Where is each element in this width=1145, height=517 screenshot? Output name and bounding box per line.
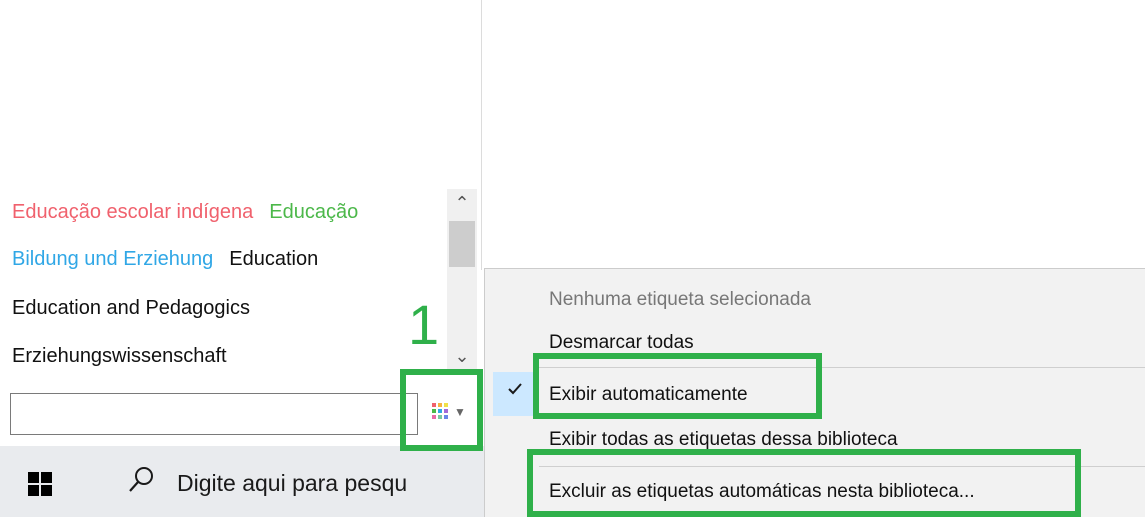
tag-row: Bildung und Erziehung Education (12, 248, 334, 271)
pane-divider (481, 0, 482, 270)
windows-start-icon[interactable] (28, 472, 52, 496)
scroll-thumb[interactable] (449, 221, 475, 267)
annotation-step-number: 1 (408, 293, 440, 356)
tag-cloud: Educação escolar indígena Educação Bildun… (0, 185, 447, 385)
checkmark-icon (508, 383, 522, 395)
annotation-highlight-box (400, 369, 483, 451)
tag-item[interactable]: Education (229, 248, 318, 270)
tag-row: Erziehungswissenschaft (12, 345, 243, 368)
scroll-up-arrow-icon[interactable]: ⌃ (447, 189, 477, 217)
tag-cloud-scrollbar[interactable]: ⌃ ⌄ (447, 189, 477, 369)
tag-item[interactable]: Educação (269, 201, 358, 223)
search-icon (129, 467, 153, 492)
tag-filter-input[interactable] (10, 393, 418, 435)
tag-item[interactable]: Erziehungswissenschaft (12, 345, 227, 367)
tag-item[interactable]: Educação escolar indígena (12, 201, 253, 223)
checkmark-highlight (493, 372, 533, 416)
tag-row: Education and Pedagogics (12, 297, 266, 320)
menu-item-deselect-all[interactable]: Desmarcar todas (549, 332, 694, 354)
scroll-down-arrow-icon[interactable]: ⌄ (447, 343, 477, 369)
tag-row: Educação escolar indígena Educação (12, 201, 374, 224)
menu-item-show-all-in-library[interactable]: Exibir todas as etiquetas dessa bibliote… (549, 429, 898, 451)
tag-item[interactable]: Education and Pedagogics (12, 297, 250, 319)
annotation-highlight-box (527, 449, 1081, 517)
taskbar-search-box[interactable]: Digite aqui para pesqu (177, 470, 407, 497)
menu-item-no-tags-selected: Nenhuma etiqueta selecionada (549, 289, 811, 310)
tag-item[interactable]: Bildung und Erziehung (12, 248, 213, 270)
annotation-highlight-box (533, 353, 822, 419)
